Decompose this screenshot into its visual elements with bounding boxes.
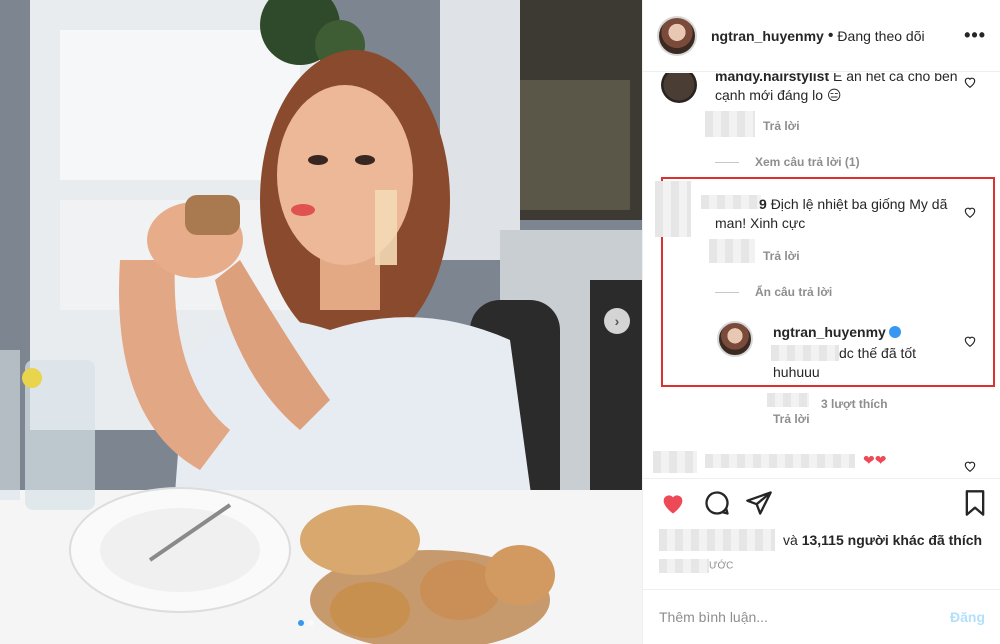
comment-item: mandy.hairstylist Ể ăn hết cả chỗ bên cạ…	[715, 73, 959, 105]
author-username[interactable]: ngtran_huyenmy	[711, 28, 824, 44]
avatar[interactable]	[657, 15, 697, 56]
likes-summary: và 13,115 người khác đã thích	[659, 529, 982, 551]
avatar[interactable]	[661, 73, 697, 103]
reply-button[interactable]: Trả lời	[773, 412, 810, 426]
blurred-liker	[659, 529, 775, 551]
blurred-time	[659, 559, 709, 573]
carousel-dot	[308, 620, 314, 626]
reply-text-block: dc thế đã tốt huhuuu	[773, 344, 953, 382]
more-options-icon[interactable]: •••	[964, 25, 986, 46]
comment-emoji: ❤❤	[863, 452, 887, 468]
share-icon[interactable]	[745, 489, 773, 517]
carousel-dots	[298, 620, 314, 626]
comment-username[interactable]: mandy.hairstylist	[715, 73, 829, 84]
blurred-avatar	[655, 181, 691, 237]
comment-composer: Đăng	[643, 589, 1000, 644]
following-button[interactable]: Đang theo dõi	[837, 28, 924, 44]
comments-list: mandy.hairstylist Ể ăn hết cả chỗ bên cạ…	[643, 73, 1000, 478]
post-header: ngtran_huyenmy • Đang theo dõi •••	[643, 0, 1000, 72]
comment-icon[interactable]	[703, 489, 731, 517]
photo-illustration	[0, 0, 642, 644]
likes-count[interactable]: 13,115	[802, 532, 844, 548]
reply-text: dc thế đã tốt huhuuu	[773, 345, 917, 380]
post-timestamp: ước	[659, 559, 733, 573]
time-suffix: ước	[709, 560, 734, 572]
blurred-timestamp	[767, 393, 809, 407]
comment-like-icon[interactable]	[963, 459, 977, 473]
reply-button[interactable]: Trả lời	[763, 119, 800, 133]
comment-like-icon[interactable]	[963, 334, 977, 348]
heart-filled-icon[interactable]	[659, 489, 687, 517]
blurred-avatar	[653, 451, 697, 473]
comment-text: Địch lệ nhiệt ba giống My dã man! Xinh c…	[715, 196, 948, 231]
reply-username[interactable]: ngtran_huyenmy	[773, 324, 886, 340]
comment-input[interactable]	[659, 609, 950, 625]
thread-line	[715, 161, 739, 163]
likes-suffix[interactable]: người khác đã thích	[848, 532, 982, 548]
post-photo: ›	[0, 0, 642, 644]
reply-likes-count[interactable]: 3 lượt thích	[821, 397, 888, 411]
post-side-panel: ngtran_huyenmy • Đang theo dõi ••• mandy…	[642, 0, 1000, 644]
comment-username-tail[interactable]: 9	[759, 196, 767, 212]
hide-replies-button[interactable]: Ẩn câu trả lời	[715, 285, 832, 299]
header-separator: •	[827, 26, 834, 44]
reply-button[interactable]: Trả lời	[763, 249, 800, 263]
hide-replies-label: Ẩn câu trả lời	[755, 285, 833, 299]
carousel-next-button[interactable]: ›	[604, 308, 630, 334]
blurred-comment	[705, 454, 855, 468]
post-actions: và 13,115 người khác đã thích ước	[643, 478, 1000, 573]
verified-badge-icon	[888, 326, 901, 338]
blurred-timestamp	[705, 111, 755, 137]
blurred-timestamp	[709, 239, 755, 263]
thread-line	[715, 291, 739, 293]
avatar[interactable]	[717, 321, 753, 357]
chevron-right-icon: ›	[614, 313, 620, 329]
comment-item: 9 Địch lệ nhiệt ba giống My dã man! Xinh…	[715, 195, 959, 233]
carousel-dot	[298, 620, 304, 626]
comment-like-icon[interactable]	[963, 75, 977, 89]
likes-prefix: và	[783, 532, 798, 548]
comment-like-icon[interactable]	[963, 205, 977, 219]
view-replies-label: Xem câu trả lời (1)	[755, 155, 860, 169]
post-comment-button[interactable]: Đăng	[950, 609, 985, 625]
view-replies-button[interactable]: Xem câu trả lời (1)	[715, 155, 860, 169]
reply-item: ngtran_huyenmy	[773, 323, 953, 342]
bookmark-icon[interactable]	[961, 489, 989, 517]
